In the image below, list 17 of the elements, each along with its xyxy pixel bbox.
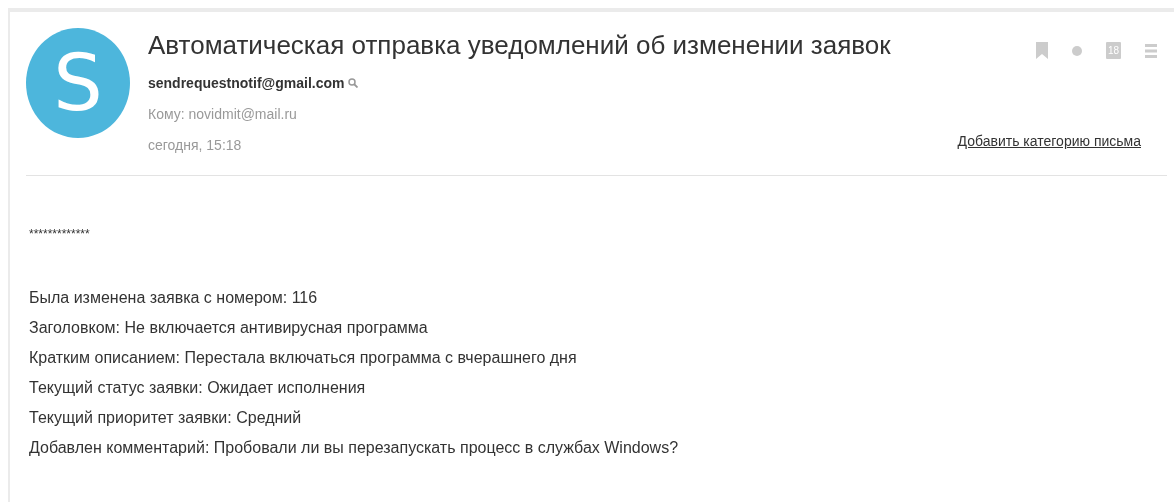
dot-icon[interactable] — [1072, 45, 1082, 56]
body-line: Текущий статус заявки: Ожидает исполнения — [29, 378, 367, 398]
body-line: Была изменена заявка с номером: 116 — [29, 288, 319, 308]
menu-icon[interactable] — [1145, 43, 1157, 58]
sender-address[interactable]: sendrequestnotif@gmail.com — [148, 75, 345, 91]
date-text: сегодня, 15:18 — [148, 137, 242, 153]
search-icon[interactable] — [348, 78, 359, 88]
separator-text: ************* — [29, 226, 91, 243]
body-line: Добавлен комментарий: Пробовали ли вы перезапускать процесс в службах Windows? — [29, 438, 680, 458]
body-line: Текущий приоритет заявки: Средний — [29, 408, 303, 428]
email-subject: Автоматическая отправка уведомлений об изменении заявок — [148, 29, 892, 61]
bookmark-icon[interactable] — [1036, 42, 1048, 59]
body-line: Заголовком: Не включается антивирусная программа — [29, 318, 429, 338]
recipient-text: Кому: novidmit@mail.ru — [148, 106, 298, 122]
avatar: S — [26, 28, 130, 138]
add-category-link[interactable]: Добавить категорию письма — [957, 133, 1141, 149]
body-line: Кратким описанием: Перестала включаться программа с вчерашнего дня — [29, 348, 578, 368]
